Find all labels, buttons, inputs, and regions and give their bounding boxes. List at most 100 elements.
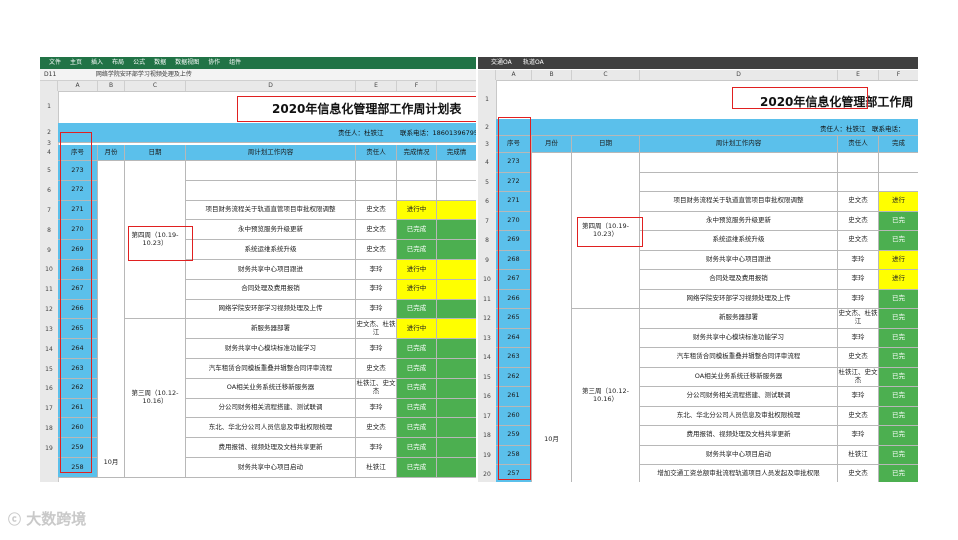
row-header[interactable]: 5 [478, 173, 496, 192]
column-header-a[interactable]: A [58, 81, 98, 91]
task-content-cell[interactable]: 新服务器部署 [640, 309, 838, 329]
status-cell[interactable]: 进行中 [397, 319, 437, 340]
owner-cell[interactable]: 李玲 [838, 289, 879, 309]
status-cell[interactable]: 已完 [879, 445, 918, 465]
ribbon-tab-3[interactable]: 布局 [112, 57, 124, 69]
task-content-cell[interactable]: 财务共享中心项目启动 [186, 458, 356, 478]
row-header[interactable]: 18 [40, 419, 58, 439]
owner-cell[interactable]: 史文杰 [838, 231, 879, 251]
task-content-cell[interactable]: 永中预览服务升级更新 [186, 220, 356, 241]
row-header[interactable]: 8 [478, 231, 496, 251]
owner-cell[interactable]: 史文杰、杜铁江 [838, 309, 879, 329]
owner-cell[interactable] [838, 172, 879, 192]
owner-cell[interactable] [356, 161, 397, 181]
status-cell[interactable]: 已完成 [397, 339, 437, 359]
status-cell[interactable]: 已完成 [397, 220, 437, 241]
status-cell[interactable]: 进行中 [397, 279, 437, 300]
row-header[interactable]: 11 [40, 280, 58, 300]
task-content-cell[interactable]: 财务共享中心模块标准功能学习 [186, 339, 356, 359]
owner-cell[interactable]: 李玲 [838, 328, 879, 348]
status-cell[interactable]: 进行中 [397, 260, 437, 280]
status-cell[interactable]: 已完 [879, 387, 918, 407]
row-header[interactable]: 1 [478, 80, 496, 119]
owner-cell[interactable] [838, 153, 879, 173]
column-header-c[interactable]: C [572, 70, 640, 80]
row-header[interactable]: 17 [40, 399, 58, 419]
task-content-cell[interactable]: 费用报销、视频处理及文档共享更新 [640, 426, 838, 446]
owner-cell[interactable]: 史文杰 [356, 220, 397, 241]
owner-cell[interactable]: 史文杰、杜铁江 [356, 319, 397, 340]
task-content-cell[interactable]: 东北、华北分公司人员信息及审批权限梳理 [640, 406, 838, 426]
task-content-cell[interactable]: 财务共享中心项目启动 [640, 445, 838, 465]
row-header[interactable]: 12 [40, 300, 58, 320]
status-cell[interactable] [879, 153, 918, 173]
row-header[interactable]: 6 [40, 181, 58, 201]
task-content-cell[interactable]: 永中预览服务升级更新 [640, 211, 838, 231]
status-cell[interactable]: 已完 [879, 231, 918, 251]
column-header-c[interactable]: C [125, 81, 186, 91]
status-cell[interactable]: 进行 [879, 250, 918, 270]
column-header-f[interactable]: F [879, 70, 918, 80]
row-header[interactable]: 9 [40, 241, 58, 260]
owner-cell[interactable] [356, 180, 397, 201]
owner-cell[interactable]: 李玲 [838, 250, 879, 270]
row-header[interactable]: 13 [478, 329, 496, 348]
task-content-cell[interactable]: OA相关业务系统迁移新服务器 [186, 378, 356, 399]
ribbon-tab-8[interactable]: 组件 [229, 57, 241, 69]
row-header[interactable]: 10 [40, 260, 58, 280]
owner-cell[interactable]: 李玲 [838, 270, 879, 290]
column-header-e[interactable]: E [838, 70, 879, 80]
task-content-cell[interactable] [186, 161, 356, 181]
row-header[interactable]: 7 [478, 212, 496, 231]
status-cell[interactable] [879, 173, 918, 192]
column-header-b[interactable]: B [532, 70, 572, 80]
column-header-d[interactable]: D [186, 81, 356, 91]
owner-cell[interactable]: 杜铁江、史文杰 [838, 367, 879, 387]
oa-tab-rail[interactable]: 轨道OA [523, 58, 544, 68]
status-cell[interactable]: 已完 [879, 426, 918, 446]
formula-bar[interactable]: D11 网络学院安环部学习视频处理及上传 [40, 69, 476, 81]
task-content-cell[interactable]: 费用报销、视频处理及文档共享更新 [186, 438, 356, 458]
task-content-cell[interactable] [640, 172, 838, 192]
ribbon-tab-4[interactable]: 公式 [133, 57, 145, 69]
owner-cell[interactable]: 史文杰 [356, 200, 397, 221]
status-cell[interactable]: 已完 [879, 348, 918, 368]
row-header[interactable]: 8 [40, 221, 58, 241]
task-content-cell[interactable]: 网络学院安环部学习视频处理及上传 [640, 289, 838, 309]
row-header[interactable]: 9 [478, 251, 496, 270]
row-header[interactable]: 16 [40, 379, 58, 399]
status-cell[interactable]: 进行 [879, 270, 918, 290]
status-cell[interactable]: 已完 [879, 406, 918, 426]
ribbon-tab-7[interactable]: 协作 [208, 57, 220, 69]
status-cell[interactable]: 已完 [879, 289, 918, 309]
task-content-cell[interactable]: 合同处理及费用报销 [186, 279, 356, 300]
column-header-e[interactable]: E [356, 81, 397, 91]
row-header[interactable]: 12 [478, 309, 496, 329]
row-header[interactable]: 18 [478, 426, 496, 446]
owner-cell[interactable]: 李玲 [356, 339, 397, 359]
owner-cell[interactable]: 史文杰 [356, 240, 397, 260]
owner-cell[interactable]: 杜铁江 [356, 458, 397, 478]
status-cell[interactable]: 已完成 [397, 398, 437, 419]
status-cell[interactable]: 已完成 [397, 418, 437, 439]
status-cell[interactable]: 已完 [879, 367, 918, 387]
column-header-d[interactable]: D [640, 70, 838, 80]
task-content-cell[interactable]: 财务共享中心模块标准功能学习 [640, 328, 838, 348]
row-header[interactable]: 13 [40, 320, 58, 340]
status-cell[interactable]: 已完成 [397, 438, 437, 458]
oa-tab-traffic[interactable]: 交通OA [491, 58, 512, 68]
task-content-cell[interactable]: 财务共享中心项目跟进 [186, 260, 356, 280]
row-header[interactable]: 20 [478, 465, 496, 482]
owner-cell[interactable]: 李玲 [356, 260, 397, 280]
row-header[interactable]: 17 [478, 407, 496, 426]
status-cell[interactable]: 已完 [879, 465, 918, 482]
owner-cell[interactable]: 史文杰 [838, 192, 879, 212]
row-header[interactable]: 4 [40, 145, 58, 161]
row-header[interactable]: 15 [478, 368, 496, 387]
task-content-cell[interactable] [186, 180, 356, 201]
status-cell[interactable]: 已完 [879, 328, 918, 348]
owner-cell[interactable]: 李玲 [838, 426, 879, 446]
owner-cell[interactable]: 李玲 [356, 279, 397, 300]
row-header[interactable]: 10 [478, 270, 496, 290]
task-content-cell[interactable]: 东北、华北分公司人员信息及审批权限梳理 [186, 418, 356, 439]
